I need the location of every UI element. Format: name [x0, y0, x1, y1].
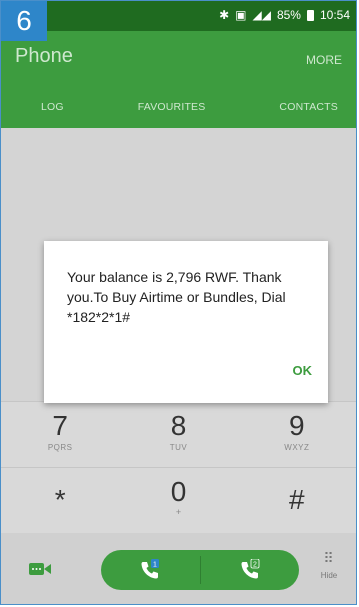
keypad-grid-icon: ⠿ — [323, 550, 335, 566]
key-digit: 9 — [289, 410, 305, 441]
key-digit: 7 — [52, 410, 68, 441]
bluetooth-icon: ✱ — [219, 8, 230, 22]
key-letters: PQRS — [47, 443, 73, 452]
call-buttons: 1 2 — [101, 550, 299, 590]
sim1-badge: 1 — [153, 562, 157, 569]
key-9[interactable]: 9 WXYZ — [238, 402, 356, 468]
sim-icon: ▣ — [235, 8, 247, 22]
video-call-icon[interactable] — [29, 562, 51, 576]
status-bar: ✱ ▣ ◢◢ 85% 10:54 — [1, 1, 356, 31]
call-sim1-button[interactable]: 1 — [101, 550, 200, 590]
key-digit: 8 — [170, 410, 187, 441]
key-8[interactable]: 8 TUV — [119, 402, 237, 468]
status-icons: ✱ ▣ ◢◢ 85% 10:54 — [219, 8, 350, 22]
phone-sim2-icon: 2 — [241, 559, 260, 579]
sim2-badge: 2 — [253, 562, 257, 569]
tab-log[interactable]: LOG — [41, 101, 64, 113]
keypad-row: * 0 + # — [1, 467, 356, 534]
app-bar: Phone MORE LOG FAVOURITES CONTACTS — [1, 31, 356, 128]
tab-favourites[interactable]: FAVOURITES — [138, 101, 206, 113]
key-letters: WXYZ — [284, 443, 310, 452]
ok-button[interactable]: OK — [293, 363, 313, 378]
hide-label: Hide — [320, 571, 338, 580]
key-digit: 0 — [170, 476, 187, 507]
dialog-message: Your balance is 2,796 RWF. Thank you.To … — [67, 269, 286, 325]
hide-keypad-button[interactable]: ⠿ Hide — [314, 551, 344, 580]
keypad-row: 7 PQRS 8 TUV 9 WXYZ — [1, 401, 356, 468]
key-7[interactable]: 7 PQRS — [1, 402, 119, 468]
ussd-dialog: Your balance is 2,796 RWF. Thank you.To … — [44, 241, 328, 403]
key-0[interactable]: 0 + — [119, 468, 237, 534]
call-sim2-button[interactable]: 2 — [201, 550, 300, 590]
battery-icon — [306, 9, 314, 21]
clock: 10:54 — [319, 8, 350, 22]
tab-bar: LOG FAVOURITES CONTACTS — [1, 86, 356, 128]
dialed-number-area — [1, 128, 356, 218]
tab-contacts[interactable]: CONTACTS — [279, 101, 338, 113]
key-star[interactable]: * — [1, 468, 119, 534]
dial-keypad: 7 PQRS 8 TUV 9 WXYZ * 0 + # — [1, 401, 356, 533]
step-number-badge: 6 — [1, 1, 47, 41]
key-plus-sign: + — [175, 507, 182, 517]
phone-sim1-icon: 1 — [141, 559, 160, 579]
battery-percent: 85% — [276, 8, 301, 22]
key-hash[interactable]: # — [238, 468, 356, 534]
phone-screen: 6 ✱ ▣ ◢◢ 85% 10:54 Phone MORE LOG FAVOUR… — [0, 0, 357, 605]
call-bar: 1 2 ⠿ Hide — [1, 533, 356, 604]
app-title: Phone — [15, 45, 73, 67]
key-letters: TUV — [169, 443, 188, 452]
signal-icon: ◢◢ — [252, 8, 271, 22]
key-symbol: # — [289, 484, 305, 515]
more-button[interactable]: MORE — [306, 53, 342, 67]
key-symbol: * — [54, 484, 66, 515]
